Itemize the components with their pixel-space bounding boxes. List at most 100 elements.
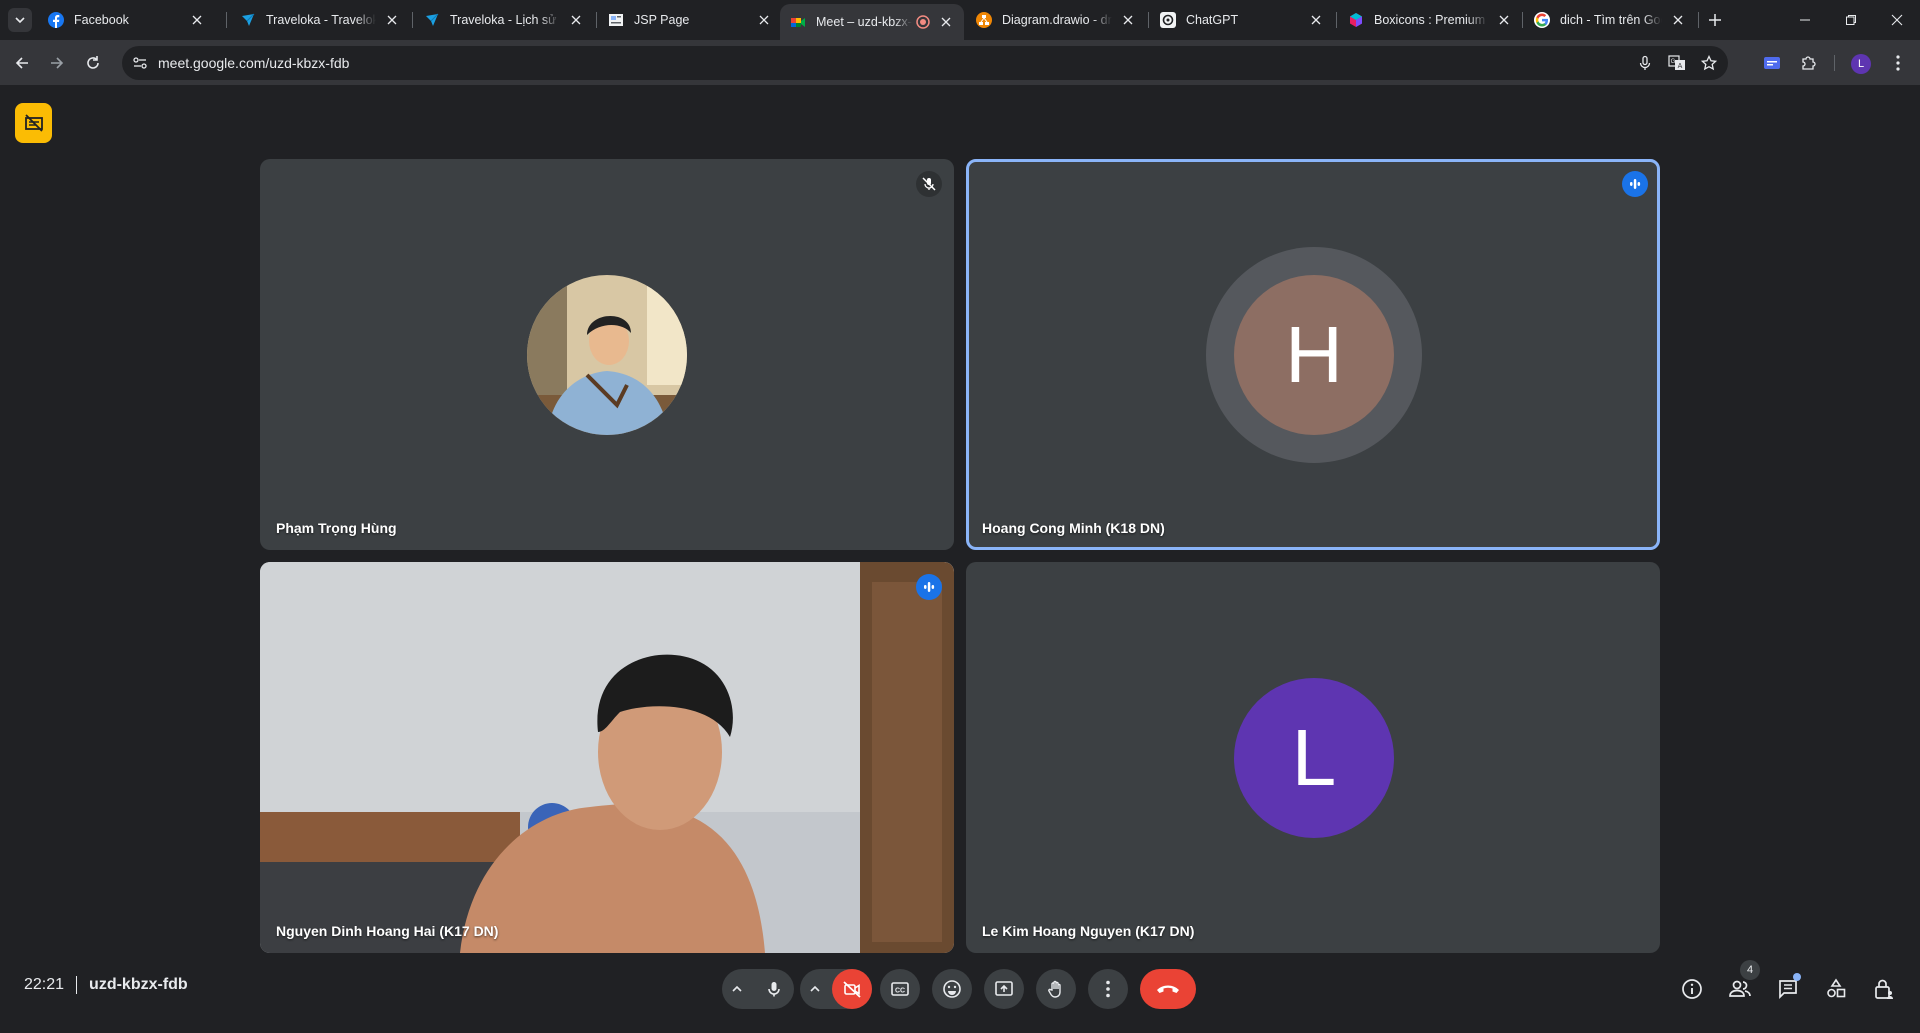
present-screen-icon [995,981,1013,996]
camera-off-icon [843,981,861,998]
raise-hand-button[interactable] [1036,969,1076,1009]
microphone-icon[interactable] [1632,50,1658,76]
profile-avatar[interactable]: L [1851,54,1871,74]
mic-off-icon [922,177,936,191]
new-tab-button[interactable] [1705,10,1725,30]
restore-button[interactable] [1841,10,1861,30]
recording-indicator-icon [916,15,930,29]
reload-button[interactable] [81,51,105,75]
tab-facebook[interactable]: Facebook [38,4,215,36]
traveloka-icon [424,12,440,28]
audio-level-icon [924,582,935,592]
hang-up-icon [1157,985,1179,993]
close-tab-icon[interactable] [1670,12,1686,28]
activities-button[interactable] [1816,969,1856,1009]
video-options-button[interactable] [800,969,830,1009]
forward-button[interactable] [45,51,69,75]
chatgpt-icon [1160,12,1176,28]
tab-boxicons[interactable]: Boxicons : Premium v [1338,4,1522,36]
url-text[interactable]: meet.google.com/uzd-kbzx-fdb [158,55,1632,71]
extension-meet-icon[interactable] [1760,51,1784,75]
chat-button[interactable] [1768,969,1808,1009]
tab-jsp-page[interactable]: JSP Page [598,4,782,36]
drawio-icon [976,12,992,28]
site-info-icon[interactable] [128,51,152,75]
unread-chat-dot [1793,973,1801,981]
clock-time: 22:21 [24,976,65,993]
tab-google-search[interactable]: dich - Tìm trên Goog [1524,4,1696,36]
tab-meet[interactable]: Meet – uzd-kbzx- [780,4,964,40]
participant-video [260,562,954,953]
reactions-button[interactable] [932,969,972,1009]
present-screen-button[interactable] [984,969,1024,1009]
closed-captions-icon: CC [891,982,909,996]
svg-text:G: G [1671,59,1676,65]
close-tab-icon[interactable] [568,12,584,28]
more-vertical-icon [1106,980,1110,998]
tab-drawio[interactable]: Diagram.drawio - dra [966,4,1146,36]
meeting-details-button[interactable] [1672,969,1712,1009]
close-tab-icon[interactable] [1120,12,1136,28]
boxicons-icon [1348,12,1364,28]
chat-icon [1779,980,1797,1000]
toolbar-divider [1834,55,1835,71]
tab-title: Facebook [74,13,129,27]
tab-title: Traveloka - Lịch sử đặ [450,13,560,27]
google-icon [1534,12,1550,28]
microphone-icon [768,982,780,997]
camera-toggle-button[interactable] [832,969,872,1009]
more-options-button[interactable] [1088,969,1128,1009]
browser-toolbar: meet.google.com/uzd-kbzx-fdb AG L [0,40,1920,86]
bookmark-star-icon[interactable] [1696,50,1722,76]
translate-icon[interactable]: AG [1664,50,1690,76]
restore-icon [1846,15,1856,25]
back-button[interactable] [10,51,34,75]
camera-notice-button[interactable] [15,103,52,143]
minimize-button[interactable] [1795,10,1815,30]
camera-control [800,969,872,1009]
lock-person-icon [1875,979,1893,999]
speaking-indicator [1622,171,1648,197]
extensions-puzzle-icon[interactable] [1797,51,1821,75]
close-tab-icon[interactable] [1496,12,1512,28]
chrome-menu-button[interactable] [1886,51,1910,75]
tab-search-button[interactable] [8,8,32,32]
plus-icon [1709,14,1721,26]
close-tab-icon[interactable] [384,12,400,28]
close-tab-icon[interactable] [1308,12,1324,28]
close-tab-icon[interactable] [189,12,205,28]
minimize-icon [1800,19,1810,21]
traveloka-icon [240,12,256,28]
close-window-button[interactable] [1887,10,1907,30]
participant-name: Le Kim Hoang Nguyen (K17 DN) [982,923,1195,939]
tab-chatgpt[interactable]: ChatGPT [1150,4,1334,36]
participant-tile[interactable]: Phạm Trọng Hùng [260,159,954,550]
leave-call-button[interactable] [1140,969,1196,1009]
people-icon [1729,980,1751,997]
close-tab-icon[interactable] [756,12,772,28]
participant-tile[interactable]: L Le Kim Hoang Nguyen (K17 DN) [966,562,1660,953]
tab-title: Meet – uzd-kbzx- [816,15,912,29]
audio-level-icon [1630,179,1641,189]
host-controls-button[interactable] [1864,969,1904,1009]
address-bar[interactable]: meet.google.com/uzd-kbzx-fdb AG [122,46,1728,80]
tab-title: Traveloka - Traveloka [266,13,376,27]
audio-options-button[interactable] [722,969,752,1009]
page-icon [608,12,624,28]
facebook-icon [48,12,64,28]
participant-avatar: H [1234,275,1394,435]
tab-title: dich - Tìm trên Goog [1560,13,1662,27]
arrow-left-icon [15,57,28,69]
microphone-toggle-button[interactable] [754,969,794,1009]
captions-button[interactable]: CC [880,969,920,1009]
close-tab-icon[interactable] [938,14,954,30]
tab-title: Diagram.drawio - dra [1002,13,1112,27]
more-vertical-icon [1896,55,1900,71]
meeting-info: 22:21 uzd-kbzx-fdb [24,976,188,994]
tab-traveloka-history[interactable]: Traveloka - Lịch sử đặ [414,4,594,36]
tab-traveloka[interactable]: Traveloka - Traveloka [230,4,410,36]
meeting-code: uzd-kbzx-fdb [89,976,188,993]
participant-tile-video[interactable]: Nguyen Dinh Hoang Hai (K17 DN) [260,562,954,953]
speaking-indicator [916,574,942,600]
participant-tile-active-speaker[interactable]: H Hoang Cong Minh (K18 DN) [966,159,1660,550]
